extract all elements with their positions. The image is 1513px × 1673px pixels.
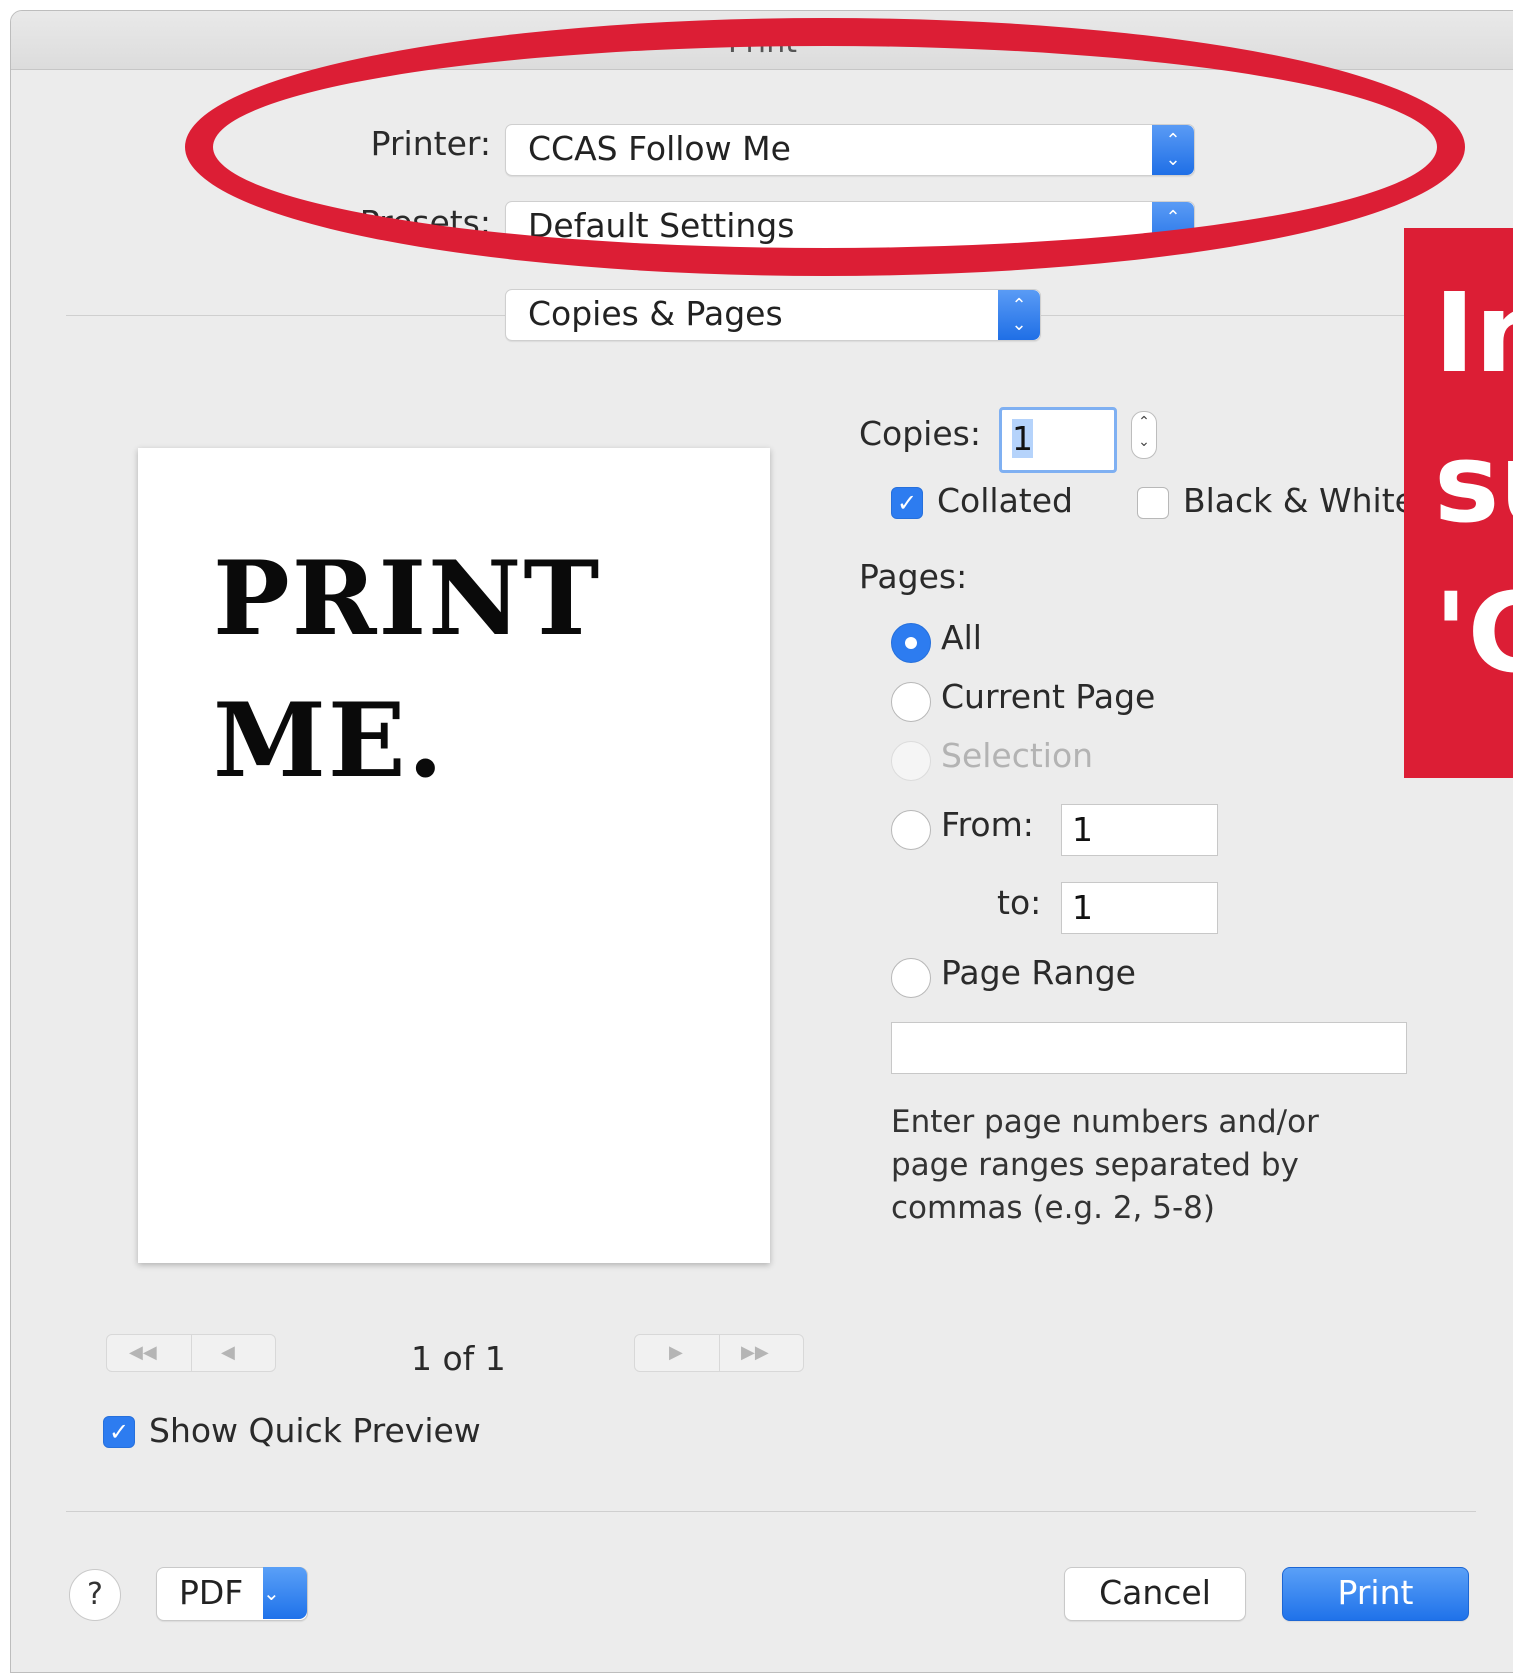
collated-checkbox[interactable]: ✓: [891, 487, 923, 519]
window-title: Print: [727, 25, 797, 60]
presets-popup[interactable]: Default Settings ⌃ ⌄: [505, 201, 1195, 253]
pages-to-input[interactable]: 1: [1061, 882, 1218, 934]
instruction-line-1: In: [1434, 269, 1513, 397]
previous-page-icon[interactable]: ◀: [221, 1342, 235, 1363]
black-white-checkbox[interactable]: [1137, 487, 1169, 519]
pdf-menu-button[interactable]: PDF ⌄: [156, 1567, 308, 1621]
presets-label: Presets:: [359, 203, 491, 242]
pages-current-label: Current Page: [941, 677, 1156, 716]
quick-preview-checkbox[interactable]: ✓: [103, 1416, 135, 1448]
title-bar: Print: [11, 11, 1513, 70]
instruction-callout: In su 'C: [1404, 228, 1513, 778]
preview-page-content: PRINT ME.: [213, 528, 733, 812]
preview-forward-nav: ▶ ▶▶: [634, 1334, 804, 1372]
pages-selection-label: Selection: [941, 736, 1094, 775]
copies-stepper[interactable]: ⌃ ⌄: [1131, 411, 1157, 459]
chevron-down-icon: ⌄: [263, 1567, 307, 1619]
copies-label: Copies:: [859, 414, 981, 453]
footer-divider: [66, 1511, 1476, 1512]
page-preview: PRINT ME.: [138, 448, 770, 1263]
chevron-updown-icon: ⌃ ⌄: [1152, 202, 1194, 252]
instruction-text: In su 'C: [1434, 258, 1513, 708]
pages-label: Pages:: [859, 557, 968, 596]
print-button[interactable]: Print: [1282, 1567, 1469, 1621]
pages-all-label: All: [941, 618, 982, 657]
printer-popup[interactable]: CCAS Follow Me ⌃ ⌄: [505, 124, 1195, 176]
instruction-line-3: 'C: [1434, 569, 1513, 697]
preview-line-1: PRINT: [213, 539, 602, 659]
pages-from-radio[interactable]: [891, 810, 931, 850]
pages-range-radio[interactable]: [891, 958, 931, 998]
page-range-input[interactable]: [891, 1022, 1407, 1074]
quick-preview-label: Show Quick Preview: [149, 1411, 481, 1450]
presets-value: Default Settings: [528, 206, 795, 245]
preview-back-nav: ◀◀ ◀: [106, 1334, 276, 1372]
printer-value: CCAS Follow Me: [528, 129, 791, 168]
pages-selection-radio: [891, 741, 931, 781]
printer-label: Printer:: [370, 124, 491, 163]
first-page-icon[interactable]: ◀◀: [129, 1342, 157, 1363]
page-indicator: 1 of 1: [411, 1339, 506, 1378]
cancel-button[interactable]: Cancel: [1064, 1567, 1246, 1621]
copies-input[interactable]: 1: [999, 407, 1117, 473]
section-value: Copies & Pages: [528, 294, 783, 333]
instruction-line-2: su: [1434, 419, 1513, 547]
preview-line-2: ME.: [213, 681, 446, 801]
page-range-hint: Enter page numbers and/or page ranges se…: [891, 1104, 1319, 1226]
collated-label: Collated: [937, 481, 1073, 520]
pdf-label: PDF: [179, 1573, 244, 1612]
pages-from-input[interactable]: 1: [1061, 804, 1218, 856]
pages-current-radio[interactable]: [891, 682, 931, 722]
black-white-label: Black & White: [1183, 481, 1415, 520]
chevron-updown-icon: ⌃ ⌄: [998, 290, 1040, 340]
pages-from-label: From:: [941, 805, 1034, 844]
print-dialog: Print Printer: CCAS Follow Me ⌃ ⌄ Presets…: [10, 10, 1513, 1673]
section-popup[interactable]: Copies & Pages ⌃ ⌄: [505, 289, 1041, 341]
help-button[interactable]: ?: [69, 1569, 121, 1621]
pages-range-label: Page Range: [941, 953, 1136, 992]
pages-all-radio[interactable]: [891, 623, 931, 663]
pages-to-label: to:: [997, 883, 1042, 922]
last-page-icon[interactable]: ▶▶: [741, 1342, 769, 1363]
next-page-icon[interactable]: ▶: [669, 1342, 683, 1363]
chevron-updown-icon: ⌃ ⌄: [1152, 125, 1194, 175]
